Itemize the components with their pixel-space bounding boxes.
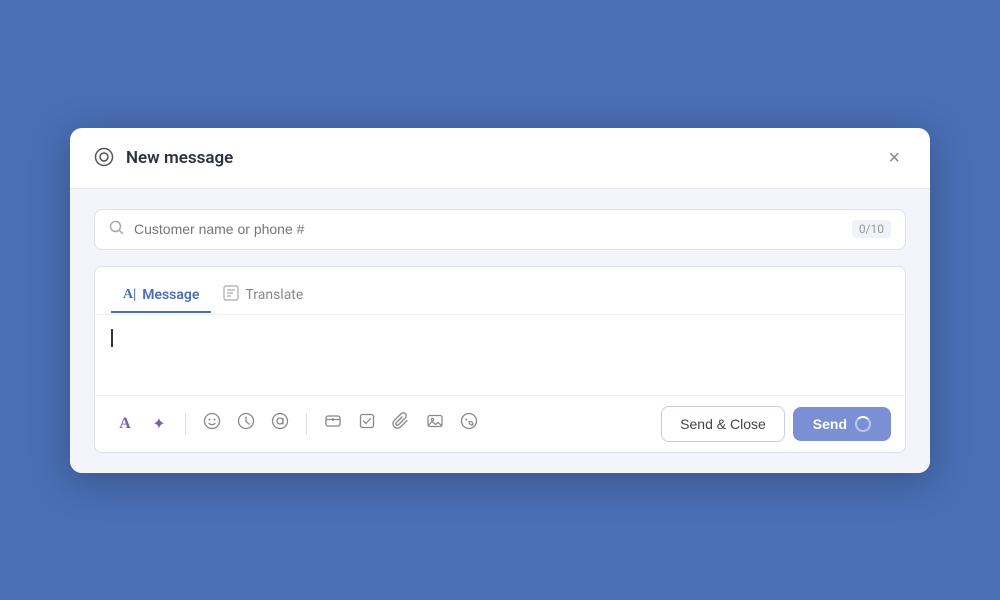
action-buttons: Send & Close Send [661,406,891,442]
sticker-button[interactable] [453,408,485,440]
image-button[interactable] [419,408,451,440]
send-spinner-icon [855,416,871,432]
send-close-button[interactable]: Send & Close [661,406,785,442]
modal-title: New message [126,148,233,168]
tab-translate-label: Translate [245,287,303,303]
recipient-input[interactable] [134,221,852,237]
sparkle-button[interactable]: ✦ [143,408,175,440]
insert-group [317,408,485,440]
tab-message-label: Message [142,287,199,303]
text-a-icon: A| [123,287,136,303]
message-toolbar: A ✦ [95,395,905,452]
modal-body: 0/10 A| Message [70,189,930,473]
new-message-modal: New message × 0/10 A| Message [70,128,930,473]
message-editor[interactable] [95,315,905,395]
send-button[interactable]: Send [793,407,891,441]
close-button[interactable]: × [882,146,906,170]
message-tabs: A| Message Translate [95,267,905,315]
message-icon [94,147,116,169]
search-icon [109,220,124,239]
message-compose-area: A| Message Translate [94,266,906,453]
checklist-icon [358,412,376,435]
payment-button[interactable] [317,408,349,440]
attach-button[interactable] [385,408,417,440]
toolbar-divider-2 [306,413,307,435]
emoji-icon [203,412,221,435]
modal-header: New message × [70,128,930,189]
format-group: A ✦ [109,408,175,440]
translate-icon [223,285,239,305]
attach-icon [392,412,410,435]
sparkle-icon: ✦ [152,414,165,434]
sticker-icon [460,412,478,435]
recipient-search-bar[interactable]: 0/10 [94,209,906,250]
mention-button[interactable] [264,408,296,440]
emoji-button[interactable] [196,408,228,440]
mention-icon [271,412,289,435]
text-cursor [111,329,113,347]
image-icon [426,412,444,435]
tab-message[interactable]: A| Message [111,279,211,313]
send-button-label: Send [813,416,847,432]
emoji-group [196,408,296,440]
recipient-count: 0/10 [852,220,891,238]
header-left: New message [94,147,233,169]
clock-icon [237,412,255,435]
text-format-button[interactable]: A [109,408,141,440]
clock-button[interactable] [230,408,262,440]
tab-translate[interactable]: Translate [211,277,315,315]
checklist-button[interactable] [351,408,383,440]
toolbar-divider-1 [185,413,186,435]
text-format-icon: A [119,415,131,433]
payment-icon [324,412,342,435]
